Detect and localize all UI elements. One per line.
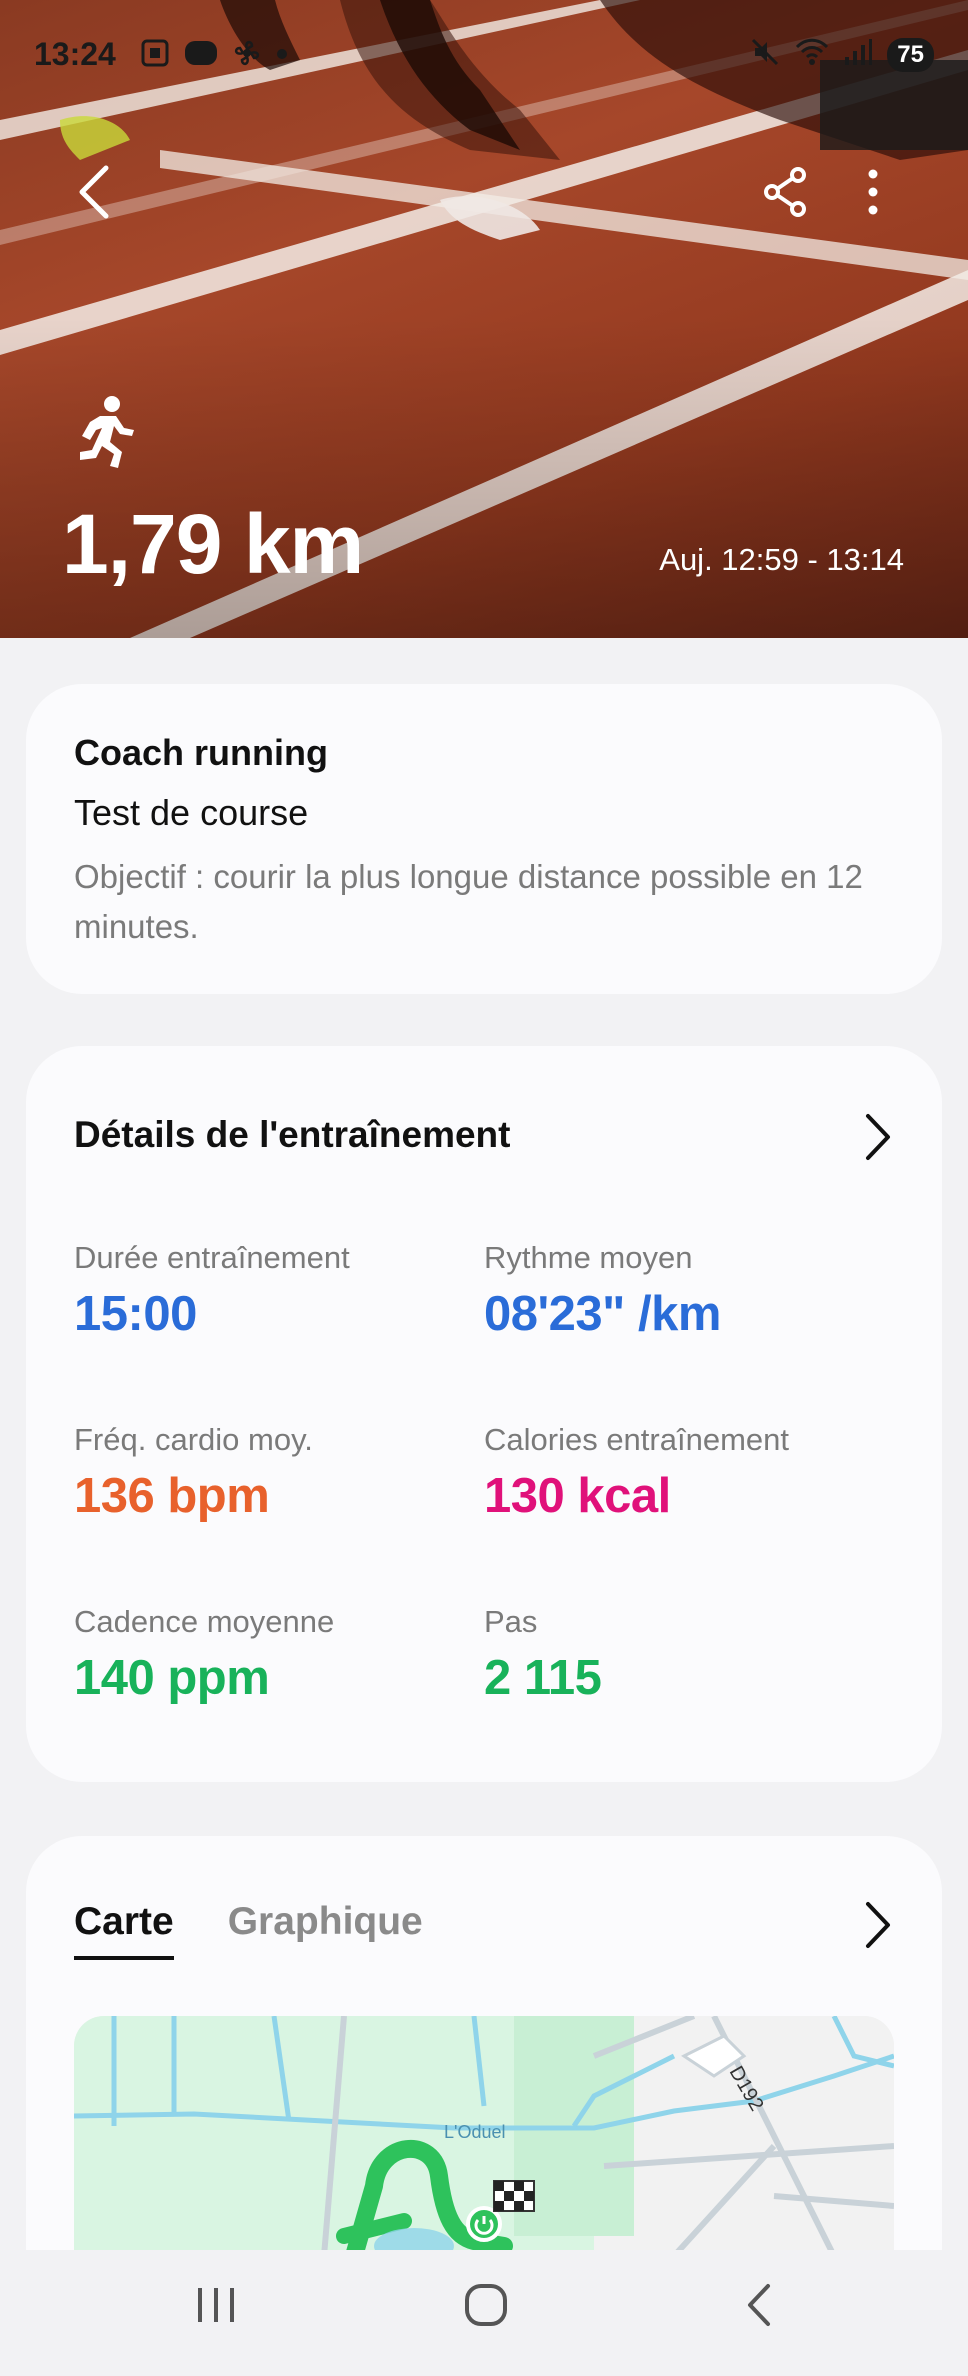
battery-indicator: 75	[887, 37, 934, 72]
details-title: Détails de l'entraînement	[74, 1114, 511, 1155]
stat-value: 08'23" /km	[484, 1287, 721, 1341]
map-tabs: Carte Graphique	[74, 1900, 423, 1960]
notification-dot-icon	[276, 47, 288, 65]
stat-steps: Pas 2 115	[484, 1604, 602, 1706]
stat-cadence: Cadence moyenne 140 ppm	[74, 1604, 334, 1706]
status-bar: 13:24 75	[0, 0, 968, 110]
fan-icon	[232, 38, 262, 73]
wifi-icon	[795, 37, 829, 72]
back-button[interactable]	[70, 162, 120, 222]
signal-icon	[843, 37, 873, 72]
stat-label: Rythme moyen	[484, 1240, 693, 1275]
map-river-label: L'Oduel	[444, 2122, 505, 2142]
stat-value: 136 bpm	[74, 1469, 270, 1523]
stat-value: 2 115	[484, 1651, 602, 1705]
home-icon	[465, 2284, 507, 2326]
tab-graph[interactable]: Graphique	[228, 1900, 423, 1960]
stat-label: Cadence moyenne	[74, 1604, 335, 1639]
stat-label: Pas	[484, 1604, 538, 1639]
system-navigation-bar	[0, 2250, 968, 2376]
tab-map[interactable]: Carte	[74, 1900, 174, 1960]
stat-duration: Durée entraînement 15:00	[74, 1240, 350, 1342]
coach-title: Coach running	[74, 732, 328, 773]
stat-value: 15:00	[74, 1287, 197, 1341]
recents-button[interactable]	[192, 2280, 240, 2335]
chevron-left-icon	[79, 165, 109, 219]
stat-heart-rate: Fréq. cardio moy. 136 bpm	[74, 1422, 313, 1524]
chevron-right-icon[interactable]	[862, 1900, 892, 1950]
mute-icon	[749, 36, 781, 73]
stat-label: Calories entraînement	[484, 1422, 789, 1457]
more-options-button[interactable]	[858, 166, 888, 218]
back-icon	[748, 2284, 770, 2326]
chevron-right-icon[interactable]	[862, 1112, 892, 1162]
stat-label: Fréq. cardio moy.	[74, 1422, 313, 1457]
stat-value: 130 kcal	[484, 1469, 671, 1523]
stat-calories: Calories entraînement 130 kcal	[484, 1422, 789, 1524]
status-time: 13:24	[34, 36, 116, 72]
share-button[interactable]	[760, 166, 810, 218]
status-notification-icons	[140, 38, 288, 73]
recents-icon	[198, 2288, 234, 2322]
workout-distance: 1,79 km	[62, 497, 364, 591]
workout-details-card[interactable]: Détails de l'entraînement Durée entraîne…	[26, 1046, 942, 1782]
home-button[interactable]	[462, 2280, 510, 2335]
running-icon	[80, 396, 134, 468]
stat-label: Durée entraînement	[74, 1240, 350, 1275]
hero-banner: 13:24 75 1,79 km Auj. 12:59 - 13:14	[0, 0, 968, 638]
more-vertical-icon	[868, 169, 878, 215]
stat-value: 140 ppm	[74, 1651, 270, 1705]
wear-icon	[184, 38, 218, 73]
stat-pace: Rythme moyen 08'23" /km	[484, 1240, 721, 1342]
screenshot-icon	[140, 38, 170, 73]
coach-subtitle: Test de course	[74, 792, 309, 833]
status-system-icons: 75	[749, 36, 934, 73]
system-back-button[interactable]	[736, 2280, 784, 2335]
coach-description: Objectif : courir la plus longue distanc…	[74, 858, 863, 945]
coach-card: Coach running Test de course Objectif : …	[26, 684, 942, 994]
workout-time-range: Auj. 12:59 - 13:14	[659, 542, 904, 577]
share-icon	[764, 167, 806, 217]
